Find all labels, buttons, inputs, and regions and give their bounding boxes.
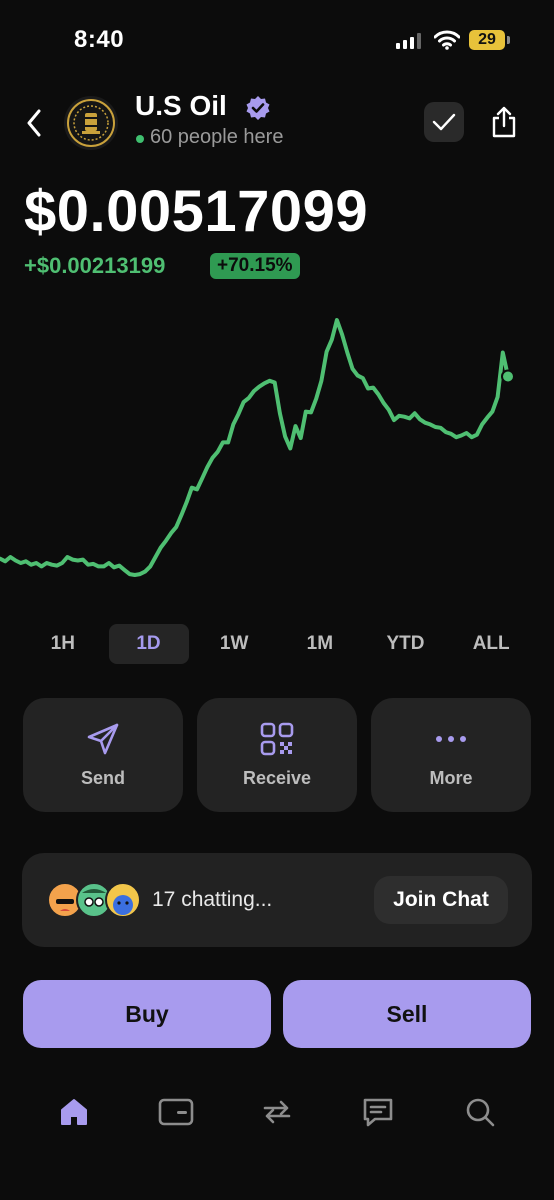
price-change-percent: +70.15%	[210, 253, 300, 279]
swap-icon	[263, 1100, 291, 1124]
chat-participant-avatars	[47, 882, 141, 918]
price-chart[interactable]	[0, 300, 554, 600]
share-icon	[492, 106, 516, 138]
wallet-icon	[158, 1098, 194, 1126]
battery-tip	[507, 36, 510, 44]
current-price-dot	[501, 369, 515, 384]
cell-signal-icon	[396, 33, 421, 49]
chat-icon	[363, 1098, 393, 1127]
buy-button[interactable]: Buy	[23, 980, 271, 1048]
range-tab-ytd[interactable]: YTD	[366, 624, 446, 664]
qr-code-icon	[260, 722, 294, 756]
nav-wallet[interactable]	[154, 1090, 198, 1134]
range-tabs: 1H 1D 1W 1M YTD ALL	[20, 624, 534, 664]
more-label: More	[429, 768, 473, 788]
online-indicator	[136, 135, 144, 143]
nav-swap[interactable]	[255, 1090, 299, 1134]
range-tab-all[interactable]: ALL	[451, 624, 531, 664]
nav-home[interactable]	[52, 1090, 96, 1134]
chat-status: 17 chatting...	[152, 888, 273, 911]
send-label: Send	[80, 768, 125, 788]
token-logo-icon	[67, 99, 115, 147]
receive-button[interactable]: Receive	[197, 698, 357, 812]
token-avatar	[64, 96, 118, 150]
status-time: 8:40	[74, 26, 125, 53]
nav-messages[interactable]	[356, 1090, 400, 1134]
back-button[interactable]	[22, 106, 46, 140]
chevron-left-icon	[27, 109, 41, 137]
home-icon	[61, 1099, 87, 1125]
participant-avatar-icon	[105, 882, 141, 918]
people-here: 60 people here	[150, 126, 284, 148]
sell-button[interactable]: Sell	[283, 980, 531, 1048]
join-chat-button[interactable]: Join Chat	[374, 876, 508, 924]
verified-badge-icon	[246, 96, 270, 120]
more-button[interactable]: More	[371, 698, 531, 812]
more-dots-icon	[436, 736, 466, 742]
checkmark-icon	[432, 113, 456, 131]
battery-indicator: 29	[469, 30, 505, 50]
search-icon	[466, 1098, 495, 1127]
range-tab-1m[interactable]: 1M	[280, 624, 360, 664]
range-tab-1h[interactable]: 1H	[23, 624, 103, 664]
token-name: U.S Oil	[135, 90, 227, 121]
range-tab-1d[interactable]: 1D	[108, 624, 189, 664]
send-button[interactable]: Send	[23, 698, 183, 812]
price-line	[0, 318, 510, 577]
watchlist-button[interactable]	[424, 102, 464, 142]
receive-label: Receive	[242, 768, 312, 788]
wifi-icon	[434, 30, 460, 50]
price-change: +$0.00213199	[24, 253, 166, 278]
token-price: $0.00517099	[24, 179, 369, 244]
send-icon	[87, 723, 119, 755]
nav-search[interactable]	[458, 1090, 502, 1134]
share-button[interactable]	[484, 102, 524, 142]
range-tab-1w[interactable]: 1W	[194, 624, 274, 664]
